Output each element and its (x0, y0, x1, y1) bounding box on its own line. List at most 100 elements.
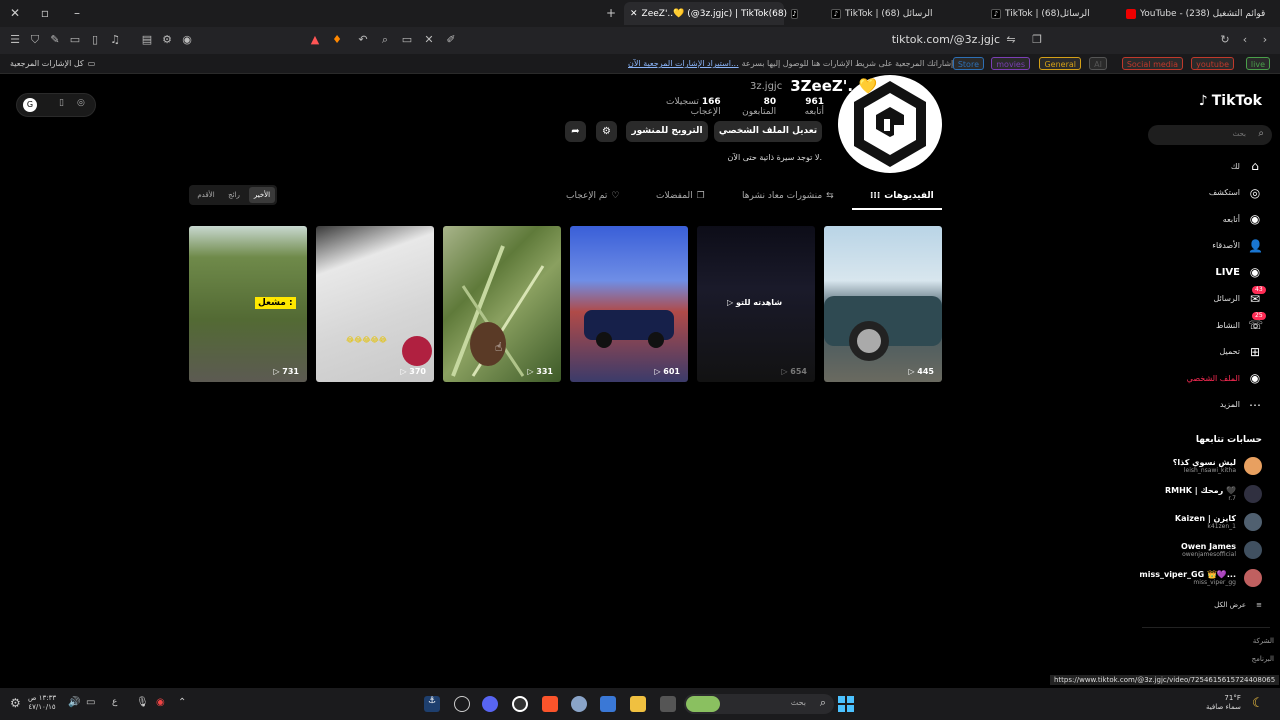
sidebar-item-live[interactable]: LIVE ◉ (1215, 265, 1262, 279)
following-account[interactable]: Owen James owenjamesofficial (1181, 541, 1262, 559)
bookmark-icon[interactable]: ❐ (1030, 33, 1044, 47)
sort-popular[interactable]: رائج (221, 187, 247, 203)
sidebar-item-upload[interactable]: تحميل ⊞ (1220, 345, 1263, 359)
sidebar-item-activity[interactable]: النشاط ☏ 25 (1216, 312, 1266, 332)
microphone-icon[interactable]: 🎙 (136, 697, 149, 708)
video-thumbnail[interactable]: ▷ 601 (570, 226, 688, 382)
sidebar-item-friends[interactable]: الأصدقاء 👤 (1212, 239, 1263, 253)
clock[interactable]: ١٣:٣٣ ص ٤٧/١٠/١٥ (28, 694, 56, 712)
menu-icon[interactable]: ☰ (8, 33, 22, 47)
back-icon[interactable]: ‹ (1238, 33, 1252, 47)
windows-start-icon[interactable] (838, 696, 854, 712)
following-account[interactable]: RMHK | رمحك 🖤 r.7 (1165, 485, 1262, 503)
bookmark-chip[interactable]: AI (1089, 57, 1107, 70)
pen-icon[interactable]: ✐ (444, 33, 458, 47)
sidebar-item-messages[interactable]: الرسائل ✉ 43 (1214, 285, 1266, 306)
video-thumbnail[interactable]: ▷ شاهدته للتو ▷ 654 (697, 226, 815, 382)
chevron-up-icon[interactable]: ⌃ (178, 697, 186, 708)
tab-tiktok-messages-2[interactable]: ♪ TikTok | الرسائل (68) (825, 2, 955, 25)
sort-oldest[interactable]: الأقدم (193, 187, 219, 203)
video-thumbnail[interactable]: ▷ 445 (824, 226, 942, 382)
close-tab-icon[interactable]: ✕ (630, 9, 638, 19)
all-bookmarks[interactable]: كل الإشارات المرجعية ▭ (6, 57, 99, 70)
edit-profile-button[interactable]: تعديل الملف الشخصي (714, 121, 822, 142)
tab-videos[interactable]: ⁞⁞⁞ الفيديوهات (870, 191, 934, 201)
obs-icon[interactable] (512, 696, 528, 712)
sort-latest[interactable]: الأخير (249, 187, 275, 203)
sidebar-item-following[interactable]: أتابعه ◉ (1223, 212, 1262, 226)
extensions-icon[interactable]: ⚙ (160, 33, 174, 47)
tab-liked[interactable]: تم الإعجاب ♡ (566, 191, 619, 201)
brave-icon[interactable] (542, 696, 558, 712)
profile-mini-icon[interactable]: G (23, 98, 37, 112)
bookmark-chip[interactable]: youtube (1191, 57, 1234, 70)
footer-company-link[interactable]: الشركة (1253, 637, 1274, 645)
search-input[interactable]: ⌕ بحث (1148, 125, 1272, 145)
settings-icon[interactable]: ⚙ (10, 696, 21, 710)
forward-icon[interactable]: › (1258, 33, 1272, 47)
tab-favorites[interactable]: المفضلات ❐ (656, 191, 705, 201)
sidebar-item-profile[interactable]: الملف الشخصي ◉ (1187, 371, 1262, 385)
cast-icon[interactable]: ▭ (400, 33, 414, 47)
restore-window-icon[interactable]: ▫ (38, 6, 52, 20)
translate-icon[interactable]: ✕ (422, 33, 436, 47)
file-explorer-icon[interactable] (630, 696, 646, 712)
record-icon[interactable]: ◉ (156, 697, 165, 708)
settings-app-icon[interactable] (571, 696, 587, 712)
share-arrow-icon[interactable]: ➦ (565, 121, 586, 142)
site-settings-icon[interactable]: ⇋ (1004, 33, 1018, 47)
import-bookmarks-link[interactable]: استيراد الإشارات المرجعية الآن... (628, 58, 739, 69)
sidebar-item-more[interactable]: المزيد ⋯ (1220, 398, 1262, 412)
bookmark-chip[interactable]: General (1039, 57, 1081, 70)
brave-rewards-icon[interactable]: ▲ (308, 33, 322, 47)
tab-tiktok-messages-1[interactable]: ♪ TikTok | الرسائل(68) (985, 2, 1115, 25)
following-account[interactable]: Kaizen | كايزن k41zen_1 (1175, 513, 1262, 531)
tabs-icon[interactable]: ▭ (68, 33, 82, 47)
settings-gear-icon[interactable]: ⚙ (596, 121, 617, 142)
new-tab-icon[interactable]: + (604, 6, 618, 20)
brush-icon[interactable]: ✎ (48, 33, 62, 47)
shield-icon[interactable]: ⛉ (28, 33, 42, 47)
sidebar-item-home[interactable]: لك ⌂ (1231, 159, 1262, 173)
sidebar-icon[interactable]: ▯ (88, 33, 102, 47)
video-thumbnail[interactable]: 😂😂😂😂😂 ▷ 370 (316, 226, 434, 382)
wallet-icon[interactable]: ▤ (140, 33, 154, 47)
stat-following[interactable]: 961 أتابعه (786, 97, 824, 117)
url-text[interactable]: tiktok.com/@3z.jgjc (892, 33, 1000, 46)
minimize-window-icon[interactable]: – (70, 6, 84, 20)
bookmark-chip[interactable]: Store (952, 57, 984, 70)
following-account[interactable]: miss_viper_GG 👑💜... miss_viper_gg (1139, 569, 1262, 587)
app-icon[interactable] (454, 696, 470, 712)
weather-widget[interactable]: 71°F سماء صافية (1206, 694, 1241, 712)
bookmark-chip[interactable]: movies (991, 57, 1030, 70)
tab-youtube[interactable]: YouTube - قوائم التشغيل (238) (1120, 2, 1280, 25)
following-account[interactable]: ليش نسوي كذا؟ leish_nsawi_kitha (1173, 457, 1262, 475)
bookmark-chip[interactable]: Social media (1121, 57, 1183, 70)
sidebar-item-compass[interactable]: استكشف ◎ (1209, 186, 1262, 200)
mobile-icon[interactable]: ▯ (59, 98, 64, 108)
reload-icon[interactable]: ↻ (1218, 33, 1232, 47)
search-icon[interactable]: ⌕ (378, 33, 392, 47)
footer-program-link[interactable]: البرنامج (1252, 655, 1274, 663)
language-indicator[interactable]: ع (112, 697, 117, 707)
video-thumbnail[interactable]: ▷ 331 (443, 226, 561, 382)
task-view-icon[interactable] (660, 696, 676, 712)
promote-post-button[interactable]: الترويج للمنشور (626, 121, 708, 142)
undo-icon[interactable]: ↶ (356, 33, 370, 47)
see-all-button[interactable]: عرض الكل ≡ (1214, 601, 1262, 609)
bookmark-chip[interactable]: live (1245, 57, 1270, 70)
tab-tiktok-profile[interactable]: ✕ ZeeZ'..💛 (@3z.jgjc) | TikTok(68) ♪ (624, 2, 798, 25)
steam-icon[interactable]: ⚓ (424, 696, 440, 712)
tiktok-logo[interactable]: ♪ TikTok (1199, 93, 1262, 109)
desktop-icon[interactable]: ◎ (77, 98, 85, 108)
taskbar-search-input[interactable]: بحث ⌕ (684, 694, 834, 714)
close-window-icon[interactable]: ✕ (8, 6, 22, 20)
brave-shields-icon[interactable]: ♦ (330, 33, 344, 47)
stat-followers[interactable]: 80 المتابعون (731, 97, 776, 117)
lightbulb-icon[interactable]: ◉ (180, 33, 194, 47)
video-thumbnail[interactable]: مشعل : ▷ 731 (189, 226, 307, 382)
address-bar[interactable]: ▲ ♦ ↶ ⌕ ▭ ✕ ✐ tiktok.com/@3z.jgjc ⇋ ❐ (300, 30, 1060, 51)
store-icon[interactable] (600, 696, 616, 712)
volume-icon[interactable]: 🔊 (68, 697, 80, 708)
tab-reposts[interactable]: منشورات معاد نشرها ⇆ (742, 191, 834, 201)
